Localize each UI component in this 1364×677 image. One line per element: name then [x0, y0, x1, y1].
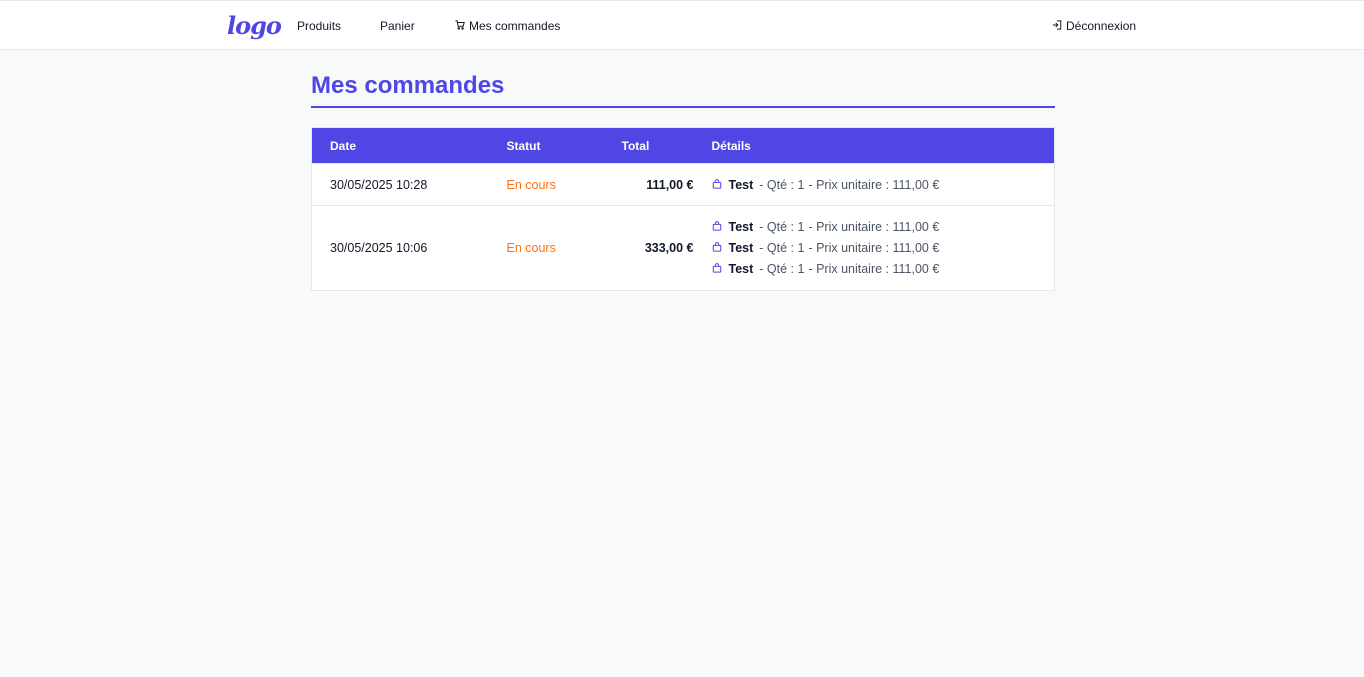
table-header-row: Date Statut Total Détails	[311, 127, 1055, 164]
detail-item: Test - Qté : 1 - Prix unitaire : 111,00 …	[712, 174, 1055, 195]
logout-icon	[1052, 19, 1062, 33]
item-qty: - Qté : 1	[759, 220, 805, 234]
bag-icon	[712, 178, 729, 192]
order-total: 333,00 €	[603, 205, 694, 291]
order-date: 30/05/2025 10:06	[311, 205, 489, 291]
item-name: Test	[728, 220, 754, 234]
logout-link[interactable]: Déconnexion	[1052, 19, 1136, 33]
item-price: - Prix unitaire : 111,00 €	[808, 220, 940, 234]
item-price: - Prix unitaire : 111,00 €	[808, 241, 940, 255]
header-status: Statut	[488, 127, 604, 164]
table-row: 30/05/2025 10:28 En cours 111,00 € Test …	[311, 163, 1055, 206]
nav-link-label: Produits	[297, 19, 342, 33]
item-qty: - Qté : 1	[759, 262, 805, 276]
nav-link-panier[interactable]: Panier	[380, 19, 415, 33]
page-title: Mes commandes	[311, 70, 1055, 108]
item-qty: - Qté : 1	[759, 177, 805, 192]
nav-link-label: Mes commandes	[469, 19, 561, 33]
table-row: 30/05/2025 10:06 En cours 333,00 € Test …	[311, 205, 1055, 291]
nav-link-label: Panier	[380, 19, 415, 33]
detail-item: Test - Qté : 1 - Prix unitaire : 111,00 …	[712, 217, 1055, 238]
orders-table: Date Statut Total Détails 30/05/2025 10:…	[311, 127, 1055, 291]
header-date: Date	[311, 127, 489, 164]
logo[interactable]: logo	[227, 11, 282, 40]
nav-link-produits[interactable]: Produits	[297, 19, 341, 33]
detail-item: Test - Qté : 1 - Prix unitaire : 111,00 …	[712, 259, 1055, 280]
order-date: 30/05/2025 10:28	[311, 163, 489, 206]
item-price: - Prix unitaire : 111,00 €	[808, 262, 940, 276]
main-content: Mes commandes Date Statut Total Détails …	[311, 70, 1055, 291]
order-details: Test - Qté : 1 - Prix unitaire : 111,00 …	[693, 205, 1055, 291]
top-navbar: logo Produits Panier Mes commandes Décon…	[0, 0, 1364, 50]
order-status: En cours	[488, 205, 604, 291]
order-status: En cours	[488, 163, 604, 206]
header-total: Total	[603, 127, 694, 164]
detail-item: Test - Qté : 1 - Prix unitaire : 111,00 …	[712, 238, 1055, 259]
item-name: Test	[728, 262, 754, 276]
cart-icon	[455, 19, 465, 33]
header-details: Détails	[693, 127, 1055, 164]
item-price: - Prix unitaire : 111,00 €	[808, 177, 940, 192]
nav-link-mes-commandes[interactable]: Mes commandes	[455, 19, 560, 33]
item-qty: - Qté : 1	[759, 241, 805, 255]
bag-icon	[712, 262, 729, 276]
logout-label: Déconnexion	[1066, 19, 1137, 33]
order-details: Test - Qté : 1 - Prix unitaire : 111,00 …	[693, 163, 1055, 206]
order-total: 111,00 €	[603, 163, 694, 206]
bag-icon	[712, 220, 729, 234]
bag-icon	[712, 241, 729, 255]
item-name: Test	[728, 241, 754, 255]
item-name: Test	[728, 177, 754, 192]
